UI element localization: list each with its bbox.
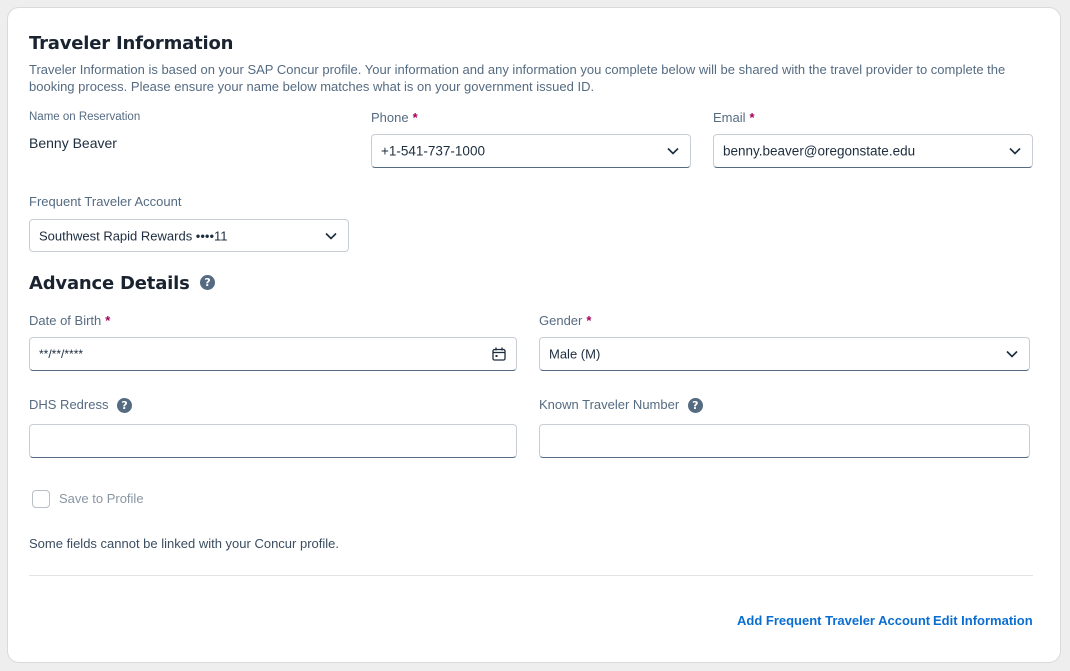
email-select-value: benny.beaver@oregonstate.edu xyxy=(723,143,916,159)
gender-label: Gender * xyxy=(539,313,591,328)
dhs-redress-input[interactable] xyxy=(29,424,517,458)
date-of-birth-label: Date of Birth * xyxy=(29,313,110,328)
unlinked-fields-note: Some fields cannot be linked with your C… xyxy=(29,536,339,551)
save-to-profile-label: Save to Profile xyxy=(59,491,144,506)
email-label: Email * xyxy=(713,110,755,125)
advance-details-heading: Advance Details ? xyxy=(29,273,216,294)
frequent-traveler-select[interactable]: Southwest Rapid Rewards ••••11 xyxy=(29,219,349,252)
edit-information-link[interactable]: Edit Information xyxy=(933,613,1033,628)
name-on-reservation-value: Benny Beaver xyxy=(29,135,117,151)
chevron-down-icon xyxy=(667,147,679,155)
gender-select-value: Male (M) xyxy=(549,346,601,362)
advance-details-title: Advance Details xyxy=(29,273,190,294)
calendar-icon[interactable] xyxy=(492,347,506,361)
chevron-down-icon xyxy=(1006,350,1018,358)
date-of-birth-label-text: Date of Birth xyxy=(29,313,102,328)
phone-label: Phone * xyxy=(371,110,418,125)
known-traveler-number-label-text: Known Traveler Number xyxy=(539,397,680,412)
traveler-information-card: Traveler Information Traveler Informatio… xyxy=(7,7,1061,663)
traveler-information-title: Traveler Information xyxy=(29,33,234,54)
phone-select-value: +1-541-737-1000 xyxy=(381,143,485,159)
required-marker: * xyxy=(586,313,592,328)
chevron-down-icon xyxy=(325,232,337,240)
phone-label-text: Phone xyxy=(371,110,409,125)
dhs-redress-label: DHS Redress ? xyxy=(29,397,133,414)
dhs-redress-label-text: DHS Redress xyxy=(29,397,109,412)
known-traveler-number-label: Known Traveler Number ? xyxy=(539,397,703,414)
required-marker: * xyxy=(412,110,418,125)
known-traveler-number-input[interactable] xyxy=(539,424,1030,458)
email-label-text: Email xyxy=(713,110,746,125)
required-marker: * xyxy=(749,110,755,125)
required-marker: * xyxy=(105,313,111,328)
email-select[interactable]: benny.beaver@oregonstate.edu xyxy=(713,134,1033,168)
gender-select[interactable]: Male (M) xyxy=(539,337,1030,371)
chevron-down-icon xyxy=(1009,147,1021,155)
add-frequent-traveler-account-link[interactable]: Add Frequent Traveler Account xyxy=(737,613,930,628)
save-to-profile-checkbox[interactable] xyxy=(32,490,50,508)
frequent-traveler-label: Frequent Traveler Account xyxy=(29,194,182,209)
traveler-information-description: Traveler Information is based on your SA… xyxy=(29,62,1006,94)
divider xyxy=(29,575,1033,576)
phone-select[interactable]: +1-541-737-1000 xyxy=(371,134,691,168)
date-of-birth-input[interactable]: **/**/**** xyxy=(29,337,517,371)
help-icon[interactable]: ? xyxy=(200,275,216,291)
date-of-birth-value: **/**/**** xyxy=(39,347,84,361)
gender-label-text: Gender xyxy=(539,313,583,328)
name-on-reservation-label: Name on Reservation xyxy=(29,111,141,123)
help-icon[interactable]: ? xyxy=(117,398,133,414)
help-icon[interactable]: ? xyxy=(687,398,703,414)
frequent-traveler-select-value: Southwest Rapid Rewards ••••11 xyxy=(39,228,228,243)
